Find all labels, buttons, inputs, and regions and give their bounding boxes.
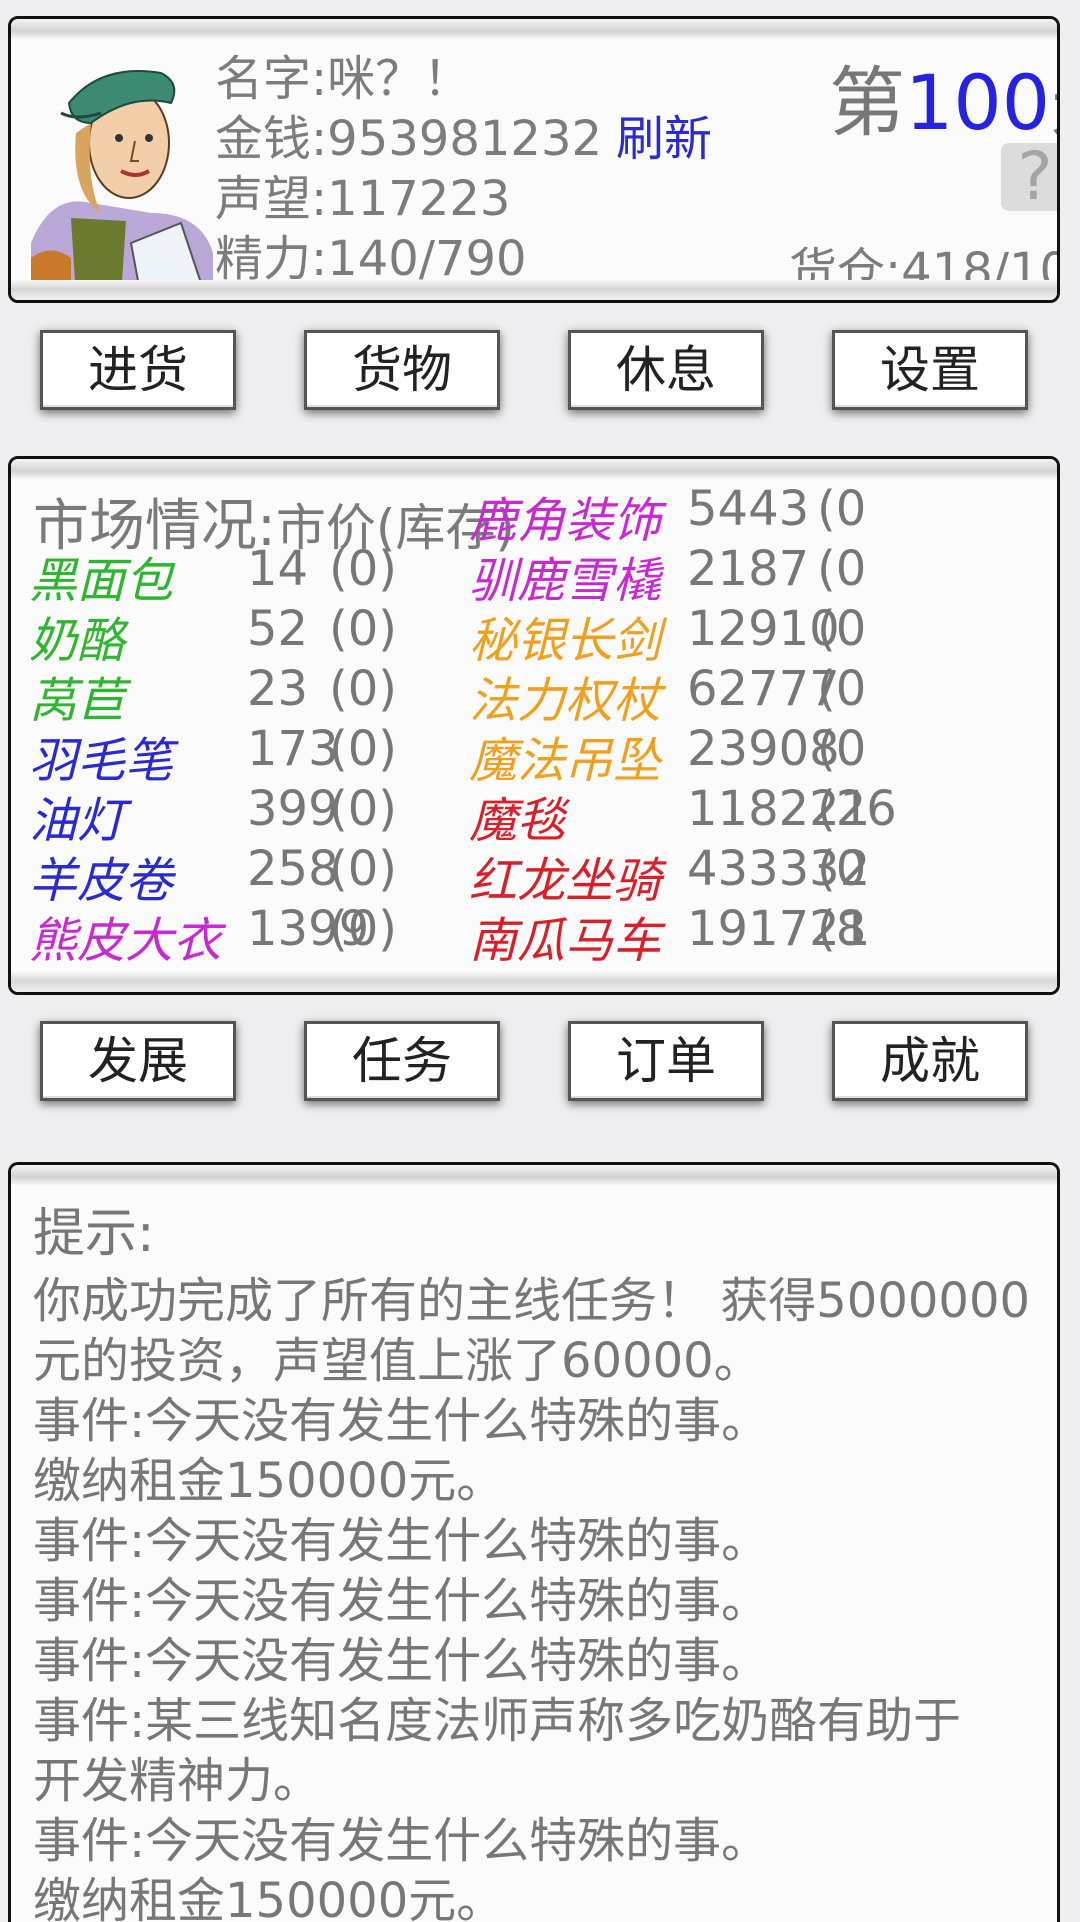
tip-line: 开发精神力。 bbox=[33, 1753, 322, 1809]
refresh-button[interactable]: 刷新 bbox=[616, 111, 712, 167]
tip-line: 事件:某三线知名度法师声称多吃奶酪有助于 bbox=[33, 1693, 962, 1749]
buy-goods-button[interactable]: 进货 bbox=[40, 330, 236, 410]
good-stock: (0 bbox=[817, 541, 867, 597]
panel-rim-top bbox=[11, 19, 1057, 39]
good-price: 2187 bbox=[687, 541, 810, 597]
good-stock: (0 bbox=[817, 841, 867, 897]
tasks-button[interactable]: 任务 bbox=[304, 1021, 500, 1101]
market-panel: 市场情况:市价(库存) 黑面包 14 (0) 奶酪 52 (0) 莴苣 23 (0) 羽毛笔 173… bbox=[8, 456, 1060, 995]
good-name: 南瓜马车 bbox=[469, 913, 662, 969]
good-stock: (0 bbox=[817, 481, 867, 537]
tip-line: 缴纳租金150000元。 bbox=[33, 1453, 505, 1509]
orders-button[interactable]: 订单 bbox=[568, 1021, 764, 1101]
market-good-right-3[interactable]: 法力权杖 62777 (0 bbox=[11, 661, 1057, 729]
market-good-right-5[interactable]: 魔毯 118221 (26 bbox=[11, 781, 1057, 849]
market-good-right-0[interactable]: 鹿角装饰 5443 (0 bbox=[11, 481, 1057, 549]
tip-line: 事件:今天没有发生什么特殊的事。 bbox=[33, 1513, 770, 1569]
good-stock: (0 bbox=[817, 721, 867, 777]
market-good-right-1[interactable]: 驯鹿雪橇 2187 (0 bbox=[11, 541, 1057, 609]
panel-rim-bottom bbox=[11, 280, 1057, 300]
day-number: 100 bbox=[905, 58, 1051, 147]
good-stock: (0 bbox=[817, 601, 867, 657]
tip-line: 元的投资，声望值上涨了60000。 bbox=[33, 1333, 762, 1389]
good-price: 5443 bbox=[687, 481, 810, 537]
day-counter: 第100天 bbox=[829, 41, 1057, 151]
tip-line: 事件:今天没有发生什么特殊的事。 bbox=[33, 1813, 770, 1869]
help-button[interactable]: ? bbox=[1001, 143, 1057, 211]
tip-line: 你成功完成了所有的主线任务！ 获得5000000 bbox=[33, 1273, 1031, 1329]
good-stock: (26 bbox=[817, 781, 897, 837]
market-good-right-2[interactable]: 秘银长剑 12910 (0 bbox=[11, 601, 1057, 669]
achievements-button[interactable]: 成就 bbox=[832, 1021, 1028, 1101]
panel-rim-top bbox=[11, 459, 1057, 479]
status-panel: 名字:咪？！ 金钱:953981232 刷新 声望:117223 精力:140/7… bbox=[8, 16, 1060, 303]
rest-button[interactable]: 休息 bbox=[568, 330, 764, 410]
tip-line: 事件:今天没有发生什么特殊的事。 bbox=[33, 1393, 770, 1449]
tip-line: 事件:今天没有发生什么特殊的事。 bbox=[33, 1633, 770, 1689]
tip-line: 事件:今天没有发生什么特殊的事。 bbox=[33, 1573, 770, 1629]
settings-button[interactable]: 设置 bbox=[832, 330, 1028, 410]
day-suffix: 天 bbox=[1050, 58, 1057, 147]
player-energy: 精力:140/790 bbox=[215, 231, 527, 287]
day-prefix: 第 bbox=[829, 58, 905, 147]
panel-rim-top bbox=[11, 1165, 1057, 1185]
tips-panel[interactable]: 提示: 你成功完成了所有的主线任务！ 获得5000000 元的投资，声望值上涨了6… bbox=[8, 1162, 1060, 1922]
good-stock: (8 bbox=[817, 901, 867, 957]
merchant-portrait bbox=[31, 43, 213, 297]
market-good-right-6[interactable]: 红龙坐骑 433332 (0 bbox=[11, 841, 1057, 909]
tips-log: 你成功完成了所有的主线任务！ 获得5000000 元的投资，声望值上涨了60000… bbox=[33, 1271, 1053, 1922]
market-good-right-4[interactable]: 魔法吊坠 23908 (0 bbox=[11, 721, 1057, 789]
panel-rim-bottom bbox=[11, 972, 1057, 992]
develop-button[interactable]: 发展 bbox=[40, 1021, 236, 1101]
tips-title: 提示: bbox=[33, 1204, 155, 1264]
market-good-right-7[interactable]: 南瓜马车 191721 (8 bbox=[11, 901, 1057, 969]
goods-button[interactable]: 货物 bbox=[304, 330, 500, 410]
tip-line: 缴纳租金150000元。 bbox=[33, 1873, 505, 1922]
good-stock: (0 bbox=[817, 661, 867, 717]
